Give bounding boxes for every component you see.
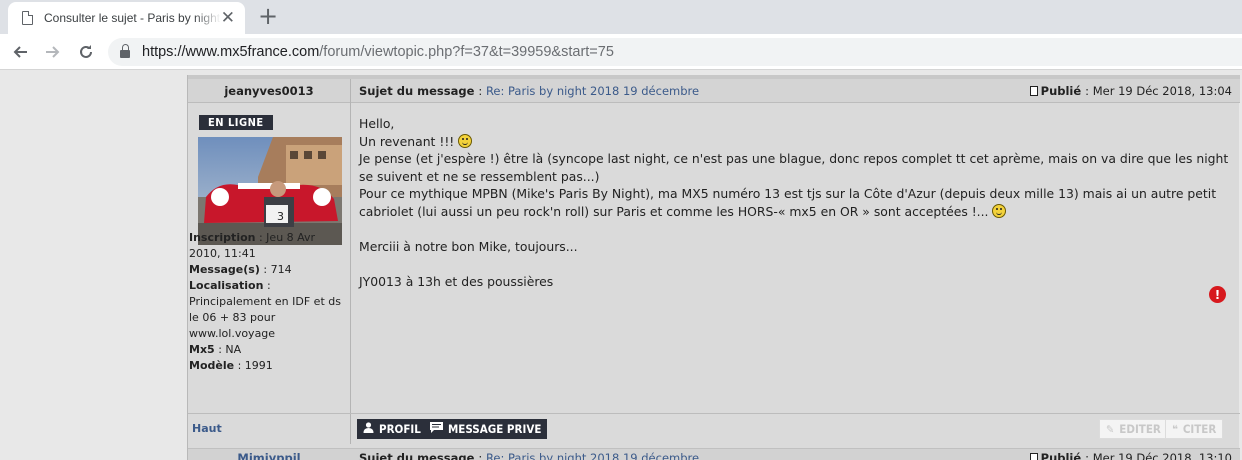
reload-icon[interactable] xyxy=(73,39,99,65)
svg-text:3: 3 xyxy=(277,210,284,223)
edit-button[interactable]: ✎ EDITER xyxy=(1099,419,1168,439)
forward-arrow-icon[interactable] xyxy=(40,39,66,65)
forum-post: jeanyves0013 Sujet du message: Re: Paris… xyxy=(187,75,1240,460)
inscription-row: Inscription : Jeu 8 Avr 2010, 11:41 xyxy=(189,231,316,260)
report-icon[interactable]: ! xyxy=(1209,286,1226,303)
browser-tab[interactable]: Consulter le sujet - Paris by night 2018… xyxy=(8,2,245,34)
message-icon xyxy=(430,422,443,436)
quote-button-label: CITER xyxy=(1182,422,1217,436)
mx5-row: Mx5 : NA xyxy=(189,343,242,356)
subject-link[interactable]: Re: Paris by night 2018 19 décembre xyxy=(486,84,699,98)
browser-toolbar: https://www.mx5france.com/forum/viewtopi… xyxy=(0,34,1242,70)
edit-button-label: EDITER xyxy=(1119,422,1161,436)
post-body: Hello, Un revenant !!! Je pense (et j'es… xyxy=(359,115,1229,290)
tab-title: Consulter le sujet - Paris by night 2018… xyxy=(44,11,221,25)
post-subject: Sujet du message: Re: Paris by night 201… xyxy=(359,84,700,98)
subject-label: Sujet du message xyxy=(359,84,475,98)
smiley-icon xyxy=(458,133,473,148)
smiley-icon xyxy=(992,203,1007,218)
next-post-header: Mimiyppil Sujet du message: Re: Paris by… xyxy=(188,448,1240,460)
quote-icon: ❝ xyxy=(1172,422,1178,436)
messages-row: Message(s) : 714 xyxy=(189,263,292,276)
post-link-icon[interactable] xyxy=(1029,86,1038,96)
private-message-button[interactable]: MESSAGE PRIVE xyxy=(424,419,548,439)
pencil-icon: ✎ xyxy=(1106,422,1115,436)
body-line: Je pense (et j'espère !) être là (syncop… xyxy=(359,151,1229,184)
body-line: Hello, xyxy=(359,116,395,131)
next-post-published: Publié : Mer 19 Déc 2018, 13:10 xyxy=(1029,449,1232,460)
post-author[interactable]: jeanyves0013 xyxy=(188,79,350,103)
back-arrow-icon[interactable] xyxy=(7,39,33,65)
address-bar[interactable]: https://www.mx5france.com/forum/viewtopi… xyxy=(108,38,1242,66)
back-to-top-link[interactable]: Haut xyxy=(192,422,222,435)
document-icon xyxy=(22,11,33,25)
page-content: jeanyves0013 Sujet du message: Re: Paris… xyxy=(0,71,1242,460)
profile-info: Inscription : Jeu 8 Avr 2010, 11:41 Mess… xyxy=(189,230,347,374)
footer-divider xyxy=(188,413,1240,414)
profile-button[interactable]: PROFIL xyxy=(357,419,427,439)
next-post-author[interactable]: Mimiyppil xyxy=(188,449,350,460)
body-line: JY0013 à 13h et des poussières xyxy=(359,273,554,289)
modele-row: Modèle : 1991 xyxy=(189,359,273,372)
post-published: Publié : Mer 19 Déc 2018, 13:04 xyxy=(1029,79,1232,103)
localisation-row: Localisation : Principalement en IDF et … xyxy=(189,279,341,340)
next-subject-link[interactable]: Re: Paris by night 2018 19 décembre xyxy=(486,451,699,460)
new-tab-icon[interactable]: + xyxy=(258,4,278,28)
url-text: https://www.mx5france.com/forum/viewtopi… xyxy=(142,44,614,60)
user-icon xyxy=(363,422,374,436)
private-message-label: MESSAGE PRIVE xyxy=(448,422,542,436)
post-link-icon[interactable] xyxy=(1029,453,1038,460)
published-label: Publié xyxy=(1040,84,1082,98)
author-profile: EN LIGNE 3 xyxy=(192,111,347,245)
body-line: Pour ce mythique MPBN (Mike's Paris By N… xyxy=(359,186,1217,219)
lock-icon xyxy=(120,44,130,58)
body-line: Merciii à notre bon Mike, toujours... xyxy=(359,238,578,254)
published-date: : Mer 19 Déc 2018, 13:04 xyxy=(1085,84,1232,98)
online-badge: EN LIGNE xyxy=(199,115,273,130)
avatar: 3 xyxy=(198,137,342,245)
quote-button[interactable]: ❝ CITER xyxy=(1165,419,1224,439)
browser-tab-strip: Consulter le sujet - Paris by night 2018… xyxy=(0,0,1242,34)
post-header: jeanyves0013 Sujet du message: Re: Paris… xyxy=(188,79,1240,103)
next-post-subject: Sujet du message: Re: Paris by night 201… xyxy=(359,449,699,460)
close-icon[interactable]: ✕ xyxy=(221,9,235,27)
column-divider xyxy=(350,79,351,444)
body-line: Un revenant !!! xyxy=(359,133,1229,151)
profile-button-label: PROFIL xyxy=(379,422,421,436)
